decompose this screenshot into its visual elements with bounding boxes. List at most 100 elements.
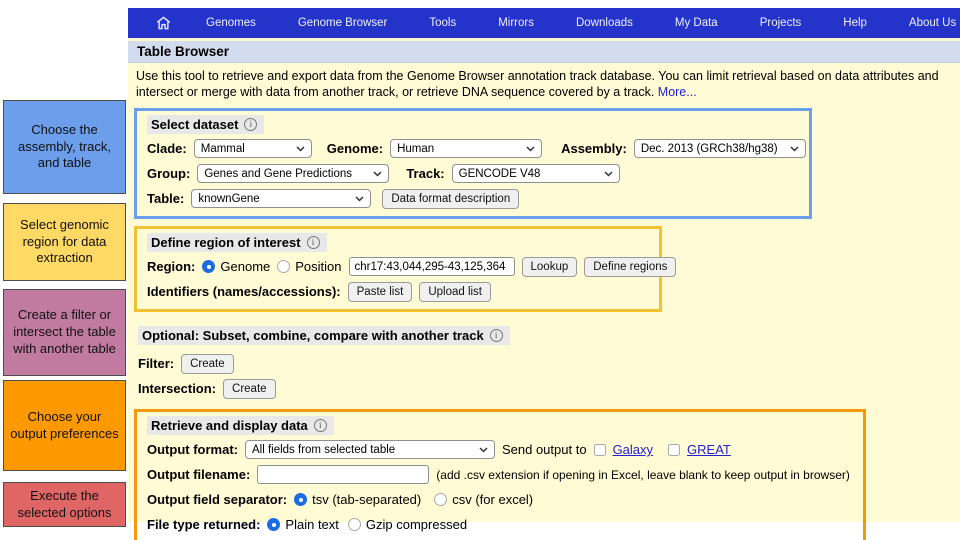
page-title: Table Browser xyxy=(137,44,229,59)
position-input[interactable] xyxy=(349,257,515,276)
region-genome-option[interactable]: Genome xyxy=(202,259,270,274)
identifiers-row: Identifiers (names/accessions): Paste li… xyxy=(147,282,649,302)
table-select[interactable]: knownGene xyxy=(191,189,371,208)
filter-create-button[interactable]: Create xyxy=(181,354,234,374)
nav-item-tools[interactable]: Tools xyxy=(408,17,477,29)
info-icon[interactable]: i xyxy=(244,118,257,131)
nav-item-genomes[interactable]: Genomes xyxy=(185,17,277,29)
table-value: knownGene xyxy=(198,193,259,205)
output-filename-row: Output filename: (add .csv extension if … xyxy=(147,465,853,485)
region-row: Region: Genome Position Lookup Define re… xyxy=(147,257,649,277)
info-icon[interactable]: i xyxy=(307,236,320,249)
plain-text-option-label: Plain text xyxy=(285,517,338,532)
nav-item-about-us[interactable]: About Us xyxy=(888,17,960,29)
table-browser-page: Genomes Genome Browser Tools Mirrors Dow… xyxy=(128,0,960,540)
genome-select[interactable]: Human xyxy=(390,139,542,158)
plain-text-option[interactable]: Plain text xyxy=(267,517,338,532)
chevron-down-icon xyxy=(604,171,613,177)
radio-icon xyxy=(348,518,361,531)
file-type-label: File type returned: xyxy=(147,517,260,532)
assembly-select[interactable]: Dec. 2013 (GRCh38/hg38) xyxy=(634,139,806,158)
group-track-row: Group: Genes and Gene Predictions Track:… xyxy=(147,164,799,184)
info-icon[interactable]: i xyxy=(314,419,327,432)
title-bar: Table Browser xyxy=(128,41,960,63)
nav-item-genome-browser[interactable]: Genome Browser xyxy=(277,17,408,29)
region-position-option[interactable]: Position xyxy=(277,259,341,274)
chevron-down-icon xyxy=(526,146,535,152)
top-white-strip xyxy=(128,0,960,8)
annotation-choose-assembly: Choose the assembly, track, and table xyxy=(3,100,126,194)
more-link[interactable]: More... xyxy=(658,85,697,99)
filename-hint: (add .csv extension if opening in Excel,… xyxy=(436,468,850,482)
filter-label: Filter: xyxy=(138,356,174,371)
intersection-label: Intersection: xyxy=(138,381,216,396)
define-regions-button[interactable]: Define regions xyxy=(584,257,676,277)
intro-text: Use this tool to retrieve and export dat… xyxy=(136,69,939,99)
nav-item-downloads[interactable]: Downloads xyxy=(555,17,654,29)
assembly-label: Assembly: xyxy=(561,141,627,156)
radio-icon xyxy=(202,260,215,273)
intro-paragraph: Use this tool to retrieve and export dat… xyxy=(136,69,952,101)
retrieve-section: Retrieve and display data i Output forma… xyxy=(134,409,866,540)
track-label: Track: xyxy=(406,166,444,181)
group-label: Group: xyxy=(147,166,190,181)
annotation-label: Choose your output preferences xyxy=(8,409,121,443)
clade-row: Clade: Mammal Genome: Human Assembly: De… xyxy=(147,139,799,159)
table-label: Table: xyxy=(147,191,184,206)
nav-item-mirrors[interactable]: Mirrors xyxy=(477,17,555,29)
data-format-description-button[interactable]: Data format description xyxy=(382,189,519,209)
great-link[interactable]: GREAT xyxy=(687,442,731,457)
home-icon[interactable] xyxy=(138,16,185,30)
tsv-option[interactable]: tsv (tab-separated) xyxy=(294,492,421,507)
annotation-output-preferences: Choose your output preferences xyxy=(3,380,126,471)
output-format-row: Output format: All fields from selected … xyxy=(147,440,853,460)
tsv-option-label: tsv (tab-separated) xyxy=(312,492,421,507)
radio-icon xyxy=(267,518,280,531)
annotation-label: Execute the selected options xyxy=(8,488,121,522)
great-checkbox[interactable] xyxy=(668,444,680,456)
lookup-button[interactable]: Lookup xyxy=(522,257,578,277)
output-filename-label: Output filename: xyxy=(147,467,250,482)
upload-list-button[interactable]: Upload list xyxy=(419,282,491,302)
radio-icon xyxy=(277,260,290,273)
gzip-option-label: Gzip compressed xyxy=(366,517,467,532)
select-dataset-section: Select dataset i Clade: Mammal Genome: H… xyxy=(134,108,812,219)
track-select[interactable]: GENCODE V48 xyxy=(452,164,620,183)
define-region-header: Define region of interest i xyxy=(147,233,327,252)
galaxy-link[interactable]: Galaxy xyxy=(613,442,653,457)
clade-select[interactable]: Mammal xyxy=(194,139,312,158)
genome-value: Human xyxy=(397,143,434,155)
define-region-section: Define region of interest i Region: Geno… xyxy=(134,226,662,312)
separator-row: Output field separator: tsv (tab-separat… xyxy=(147,490,853,510)
group-value: Genes and Gene Predictions xyxy=(204,168,352,180)
chevron-down-icon xyxy=(355,196,364,202)
nav-item-help[interactable]: Help xyxy=(822,17,888,29)
annotation-execute-options: Execute the selected options xyxy=(3,482,126,527)
chevron-down-icon xyxy=(479,447,488,453)
csv-option[interactable]: csv (for excel) xyxy=(434,492,533,507)
paste-list-button[interactable]: Paste list xyxy=(348,282,413,302)
info-icon[interactable]: i xyxy=(490,329,503,342)
select-dataset-header: Select dataset i xyxy=(147,115,264,134)
output-filename-input[interactable] xyxy=(257,465,429,484)
optional-title: Optional: Subset, combine, compare with … xyxy=(142,328,484,343)
region-position-option-label: Position xyxy=(295,259,341,274)
retrieve-header: Retrieve and display data i xyxy=(147,416,334,435)
genome-label: Genome: xyxy=(327,141,383,156)
page-content: Use this tool to retrieve and export dat… xyxy=(128,63,960,522)
filter-row: Filter: Create xyxy=(138,354,960,374)
output-format-value: All fields from selected table xyxy=(252,444,395,456)
output-format-select[interactable]: All fields from selected table xyxy=(245,440,495,459)
galaxy-checkbox[interactable] xyxy=(594,444,606,456)
gzip-option[interactable]: Gzip compressed xyxy=(348,517,467,532)
clade-value: Mammal xyxy=(201,143,245,155)
nav-item-projects[interactable]: Projects xyxy=(739,17,823,29)
group-select[interactable]: Genes and Gene Predictions xyxy=(197,164,389,183)
assembly-value: Dec. 2013 (GRCh38/hg38) xyxy=(641,143,778,155)
optional-section: Optional: Subset, combine, compare with … xyxy=(128,314,960,399)
select-dataset-title: Select dataset xyxy=(151,117,238,132)
output-format-label: Output format: xyxy=(147,442,238,457)
intersection-create-button[interactable]: Create xyxy=(223,379,276,399)
nav-item-my-data[interactable]: My Data xyxy=(654,17,739,29)
clade-label: Clade: xyxy=(147,141,187,156)
